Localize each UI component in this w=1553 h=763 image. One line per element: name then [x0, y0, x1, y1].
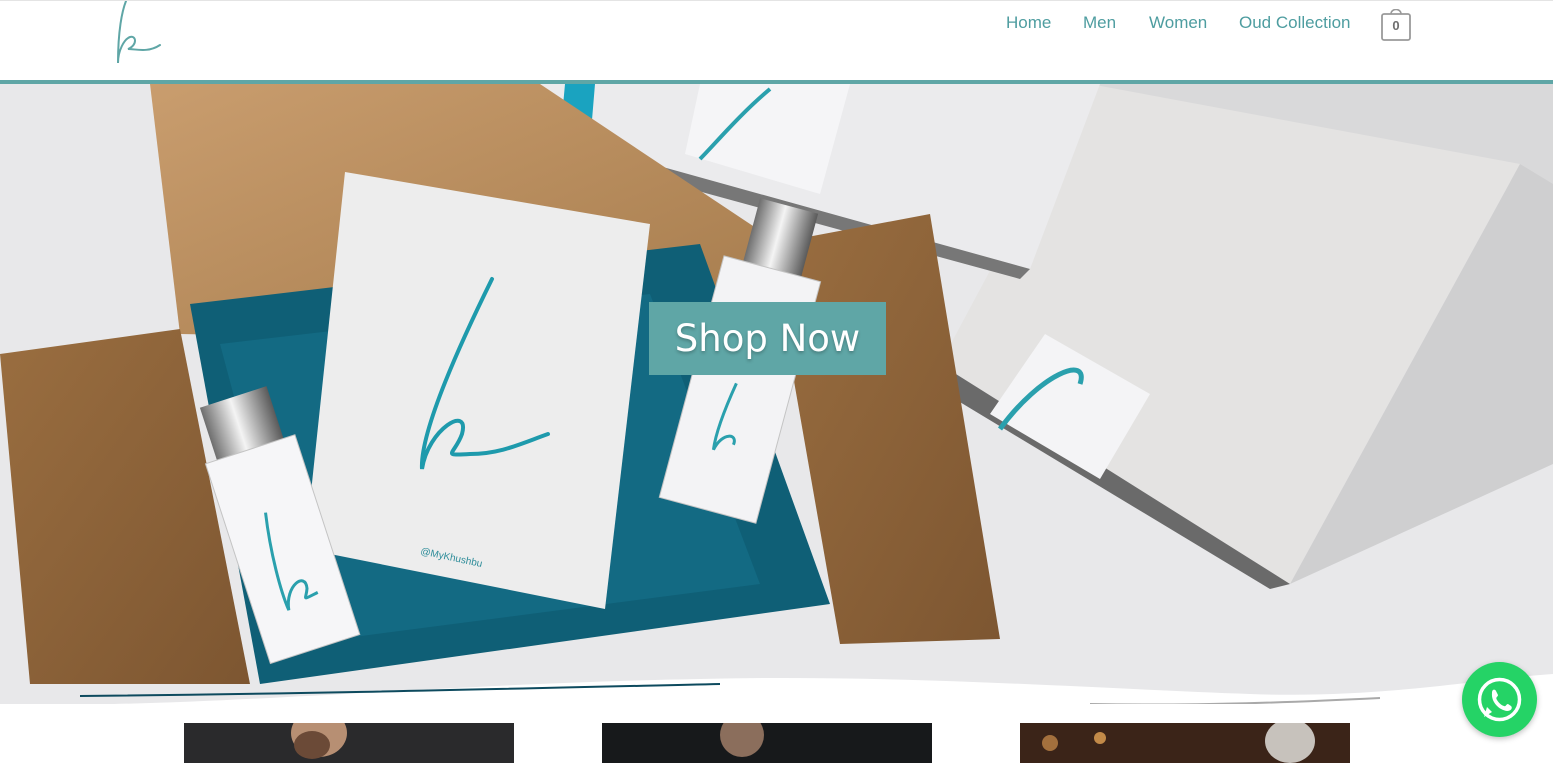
hero-product-image: @MyKhushbu: [0, 84, 1553, 704]
whatsapp-icon: [1477, 677, 1522, 722]
category-oud-image: [1020, 723, 1350, 763]
nav-men[interactable]: Men: [1083, 13, 1116, 33]
nav-oud-collection[interactable]: Oud Collection: [1239, 13, 1351, 33]
category-men-image: [184, 723, 514, 763]
whatsapp-chat-button[interactable]: [1462, 662, 1537, 737]
cart-button[interactable]: 0: [1380, 9, 1412, 41]
nav-women[interactable]: Women: [1149, 13, 1207, 33]
hero-banner: @MyKhushbu Shop Now: [0, 84, 1553, 704]
main-nav: Home Men Women Oud Collection: [0, 13, 1553, 37]
category-women-image: [602, 723, 932, 763]
category-oud-tile[interactable]: [1020, 723, 1350, 763]
cart-count: 0: [1392, 18, 1400, 33]
nav-home[interactable]: Home: [1006, 13, 1051, 33]
hero-wave-divider: [0, 674, 1553, 704]
category-women-tile[interactable]: [602, 723, 932, 763]
site-header: Home Men Women Oud Collection 0: [0, 0, 1553, 81]
shop-now-button[interactable]: Shop Now: [649, 302, 886, 375]
category-men-tile[interactable]: [184, 723, 514, 763]
